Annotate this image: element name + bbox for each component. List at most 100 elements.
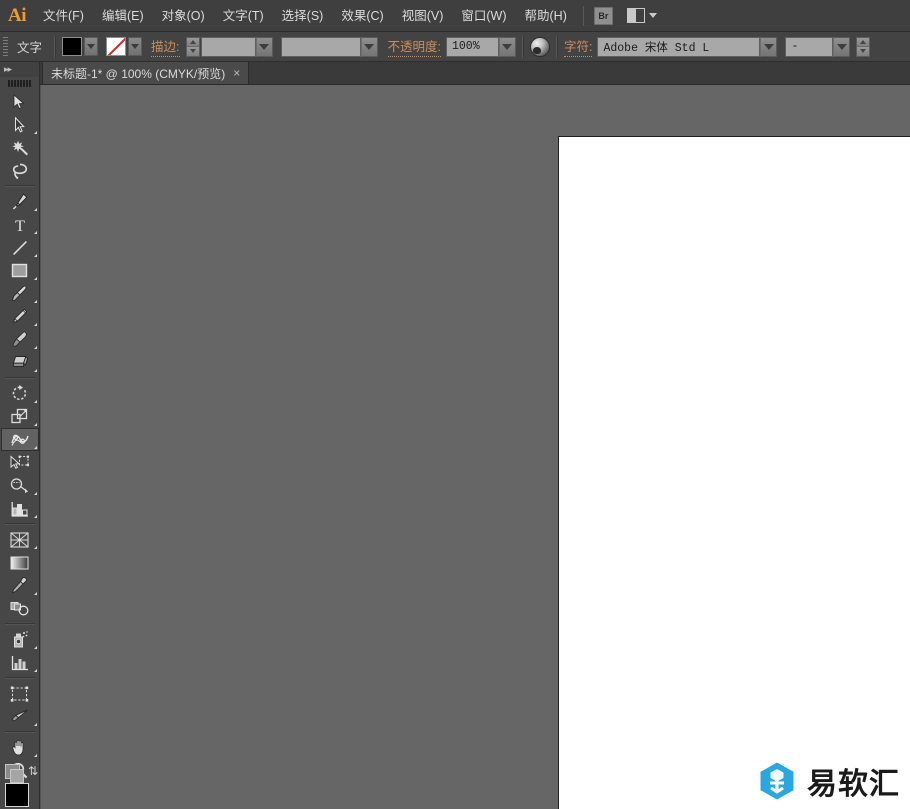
- chevron-down-icon: [648, 13, 657, 18]
- arrange-documents-button[interactable]: [626, 8, 657, 23]
- stroke-label[interactable]: 描边:: [151, 36, 180, 57]
- tool-flyout-indicator: [33, 323, 37, 326]
- gradient-tool[interactable]: [1, 551, 39, 574]
- type-tool[interactable]: T: [1, 213, 39, 236]
- tool-flyout-indicator: [33, 346, 37, 349]
- app-logo-icon: Ai: [8, 4, 27, 26]
- menu-select[interactable]: 选择(S): [273, 0, 333, 32]
- stepper-up-icon[interactable]: [186, 37, 199, 47]
- stepper-up-icon[interactable]: [857, 37, 870, 47]
- hand-tool[interactable]: [1, 736, 39, 759]
- font-style-input[interactable]: -: [785, 36, 834, 57]
- font-family-input[interactable]: Adobe 宋体 Std L: [597, 36, 761, 57]
- stepper-down-icon[interactable]: [186, 47, 199, 56]
- fill-swatch[interactable]: [62, 37, 83, 56]
- tool-flyout-indicator: [33, 723, 37, 726]
- stroke-profile-dropdown[interactable]: [360, 36, 378, 57]
- default-fill-stroke-icon[interactable]: [5, 763, 24, 783]
- rotate-tool[interactable]: [1, 382, 39, 405]
- rectangle-tool[interactable]: [1, 259, 39, 282]
- tool-group-divider: [4, 731, 35, 733]
- pencil-tool[interactable]: [1, 305, 39, 328]
- menu-type[interactable]: 文字(T): [214, 0, 273, 32]
- divider: [521, 35, 524, 58]
- control-context-label: 文字: [17, 41, 43, 55]
- character-label[interactable]: 字符:: [563, 36, 593, 57]
- control-bar-grip[interactable]: [0, 32, 11, 62]
- default-fill-stroke-row: ⇅: [0, 759, 39, 783]
- control-bar: 文字 描边: 不透明度: 100% 字符: Adobe 宋体 Std L -: [0, 32, 910, 62]
- menu-divider: [582, 5, 584, 26]
- stroke-weight-stepper[interactable]: [185, 36, 200, 57]
- watermark: 易软汇: [757, 759, 900, 803]
- stroke-weight-dropdown[interactable]: [255, 36, 273, 57]
- graphic-style-sphere-icon[interactable]: [529, 36, 550, 57]
- blend-tool[interactable]: [1, 597, 39, 620]
- column-graph-tool[interactable]: [1, 651, 39, 674]
- tool-group-divider: [4, 185, 35, 187]
- symbol-sprayer-tool[interactable]: [1, 628, 39, 651]
- tool-group-divider: [4, 523, 35, 525]
- arrange-documents-icon: [626, 8, 645, 23]
- lasso-tool[interactable]: [1, 159, 39, 182]
- stroke-profile-input[interactable]: [280, 36, 361, 57]
- menu-window[interactable]: 窗口(W): [452, 0, 515, 32]
- font-style-dropdown[interactable]: [833, 36, 851, 57]
- tool-flyout-indicator: [33, 369, 37, 372]
- menu-edit[interactable]: 编辑(E): [93, 0, 153, 32]
- width-warp-tool[interactable]: [0, 428, 39, 451]
- magic-wand-tool[interactable]: [1, 136, 39, 159]
- stroke-swatch[interactable]: [106, 37, 127, 56]
- chevron-down-icon: [259, 43, 269, 50]
- line-segment-tool[interactable]: [1, 236, 39, 259]
- scale-tool[interactable]: [1, 405, 39, 428]
- artboard-tool[interactable]: [1, 682, 39, 705]
- menu-object[interactable]: 对象(O): [153, 0, 214, 32]
- stroke-weight-input[interactable]: [200, 36, 256, 57]
- artboard[interactable]: 文字变形: [558, 136, 910, 809]
- canvas-area[interactable]: 文字变形: [41, 85, 910, 809]
- menu-file[interactable]: 文件(F): [34, 0, 93, 32]
- stroke-dropdown[interactable]: [128, 37, 143, 56]
- tool-flyout-indicator: [33, 754, 37, 757]
- fill-dropdown[interactable]: [84, 37, 99, 56]
- font-family-dropdown[interactable]: [760, 36, 778, 57]
- tool-flyout-indicator: [33, 300, 37, 303]
- tool-group-divider: [4, 623, 35, 625]
- divider: [54, 35, 57, 58]
- free-transform-tool[interactable]: [1, 451, 39, 474]
- graph-tool[interactable]: [1, 497, 39, 520]
- chevron-down-icon: [364, 43, 374, 50]
- paintbrush-tool[interactable]: [1, 282, 39, 305]
- fill-color-indicator[interactable]: [0, 783, 39, 809]
- document-tab-title: 未标题-1* @ 100% (CMYK/预览): [51, 66, 226, 81]
- stepper-down-icon[interactable]: [857, 47, 870, 56]
- eraser-tool[interactable]: [1, 351, 39, 374]
- pen-tool[interactable]: [1, 190, 39, 213]
- swap-fill-stroke-icon[interactable]: ⇅: [28, 765, 38, 777]
- tool-flyout-indicator: [33, 131, 37, 134]
- menu-view[interactable]: 视图(V): [393, 0, 453, 32]
- direct-selection-tool[interactable]: [1, 113, 39, 136]
- menu-effect[interactable]: 效果(C): [332, 0, 392, 32]
- blob-brush-tool[interactable]: [1, 328, 39, 351]
- slice-tool[interactable]: [1, 705, 39, 728]
- menu-help[interactable]: 帮助(H): [516, 0, 576, 32]
- selection-tool[interactable]: [1, 90, 39, 113]
- opacity-dropdown[interactable]: [498, 36, 516, 57]
- close-icon[interactable]: ×: [233, 67, 240, 79]
- chevron-down-icon: [502, 43, 513, 50]
- double-chevron-right-icon: ▸▸: [4, 64, 12, 74]
- eyedropper-tool[interactable]: [1, 574, 39, 597]
- shape-builder-tool[interactable]: [1, 474, 39, 497]
- bridge-button[interactable]: Br: [593, 6, 613, 25]
- font-size-stepper[interactable]: [856, 36, 871, 57]
- document-tab[interactable]: 未标题-1* @ 100% (CMYK/预览) ×: [42, 62, 250, 84]
- tools-panel-grip[interactable]: [0, 77, 39, 90]
- opacity-input[interactable]: 100%: [445, 36, 499, 57]
- tools-panel-collapse-button[interactable]: ▸▸: [0, 62, 39, 77]
- hexagon-logo-icon: [760, 762, 794, 800]
- opacity-label[interactable]: 不透明度:: [387, 36, 441, 57]
- perspective-grid-tool[interactable]: [1, 528, 39, 551]
- chevron-down-icon: [131, 44, 140, 49]
